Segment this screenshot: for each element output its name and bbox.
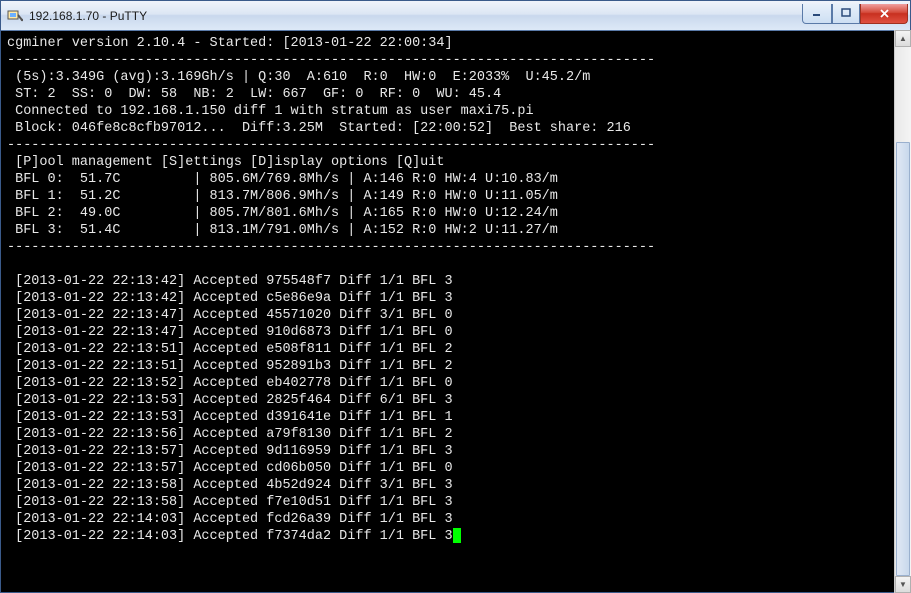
log2: [2013-01-22 22:13:47] Accepted 45571020 … [7,308,453,323]
hdr: cgminer version 2.10.4 - Started: [2013-… [7,36,453,51]
cursor [453,528,461,543]
log9: [2013-01-22 22:13:56] Accepted a79f8130 … [7,427,453,442]
log4: [2013-01-22 22:13:51] Accepted e508f811 … [7,342,453,357]
titlebar[interactable]: 192.168.1.70 - PuTTY [1,1,910,31]
dev2: BFL 2: 49.0C | 805.7M/801.6Mh/s | A:165 … [7,206,558,221]
stats-line4: Block: 046fe8c8cfb97012... Diff:3.25M St… [7,121,631,136]
log8: [2013-01-22 22:13:53] Accepted d391641e … [7,410,453,425]
dash1: ----------------------------------------… [7,53,655,68]
log1: [2013-01-22 22:13:42] Accepted c5e86e9a … [7,291,453,306]
window-title: 192.168.1.70 - PuTTY [29,9,802,23]
scrollbar[interactable]: ▲ ▼ [894,30,911,593]
stats-line2: ST: 2 SS: 0 DW: 58 NB: 2 LW: 667 GF: 0 R… [7,87,501,102]
log13: [2013-01-22 22:13:58] Accepted f7e10d51 … [7,495,453,510]
stats-line1: (5s):3.349G (avg):3.169Gh/s | Q:30 A:610… [7,70,590,85]
log15: [2013-01-22 22:14:03] Accepted f7374da2 … [7,529,453,544]
scroll-down-button[interactable]: ▼ [895,576,911,593]
menu-line: [P]ool management [S]ettings [D]isplay o… [7,155,444,170]
dev3: BFL 3: 51.4C | 813.1M/791.0Mh/s | A:152 … [7,223,558,238]
log11: [2013-01-22 22:13:57] Accepted cd06b050 … [7,461,453,476]
scroll-up-button[interactable]: ▲ [895,30,911,47]
log5: [2013-01-22 22:13:51] Accepted 952891b3 … [7,359,453,374]
dash3: ----------------------------------------… [7,240,655,255]
log6: [2013-01-22 22:13:52] Accepted eb402778 … [7,376,453,391]
log7: [2013-01-22 22:13:53] Accepted 2825f464 … [7,393,453,408]
stats-line3: Connected to 192.168.1.150 diff 1 with s… [7,104,534,119]
putty-window: 192.168.1.70 - PuTTY cgminer version 2.1… [0,0,911,593]
close-button[interactable] [860,4,908,24]
log3: [2013-01-22 22:13:47] Accepted 910d6873 … [7,325,453,340]
maximize-button[interactable] [832,4,860,24]
scroll-thumb[interactable] [896,142,910,576]
dash2: ----------------------------------------… [7,138,655,153]
log14: [2013-01-22 22:14:03] Accepted fcd26a39 … [7,512,453,527]
log12: [2013-01-22 22:13:58] Accepted 4b52d924 … [7,478,453,493]
window-buttons [802,4,908,24]
scroll-track[interactable] [895,47,911,576]
log10: [2013-01-22 22:13:57] Accepted 9d116959 … [7,444,453,459]
dev1: BFL 1: 51.2C | 813.7M/806.9Mh/s | A:149 … [7,189,558,204]
putty-icon [7,8,23,24]
minimize-button[interactable] [802,4,832,24]
dev0: BFL 0: 51.7C | 805.6M/769.8Mh/s | A:146 … [7,172,558,187]
terminal[interactable]: cgminer version 2.10.4 - Started: [2013-… [1,31,910,592]
log0: [2013-01-22 22:13:42] Accepted 975548f7 … [7,274,453,289]
